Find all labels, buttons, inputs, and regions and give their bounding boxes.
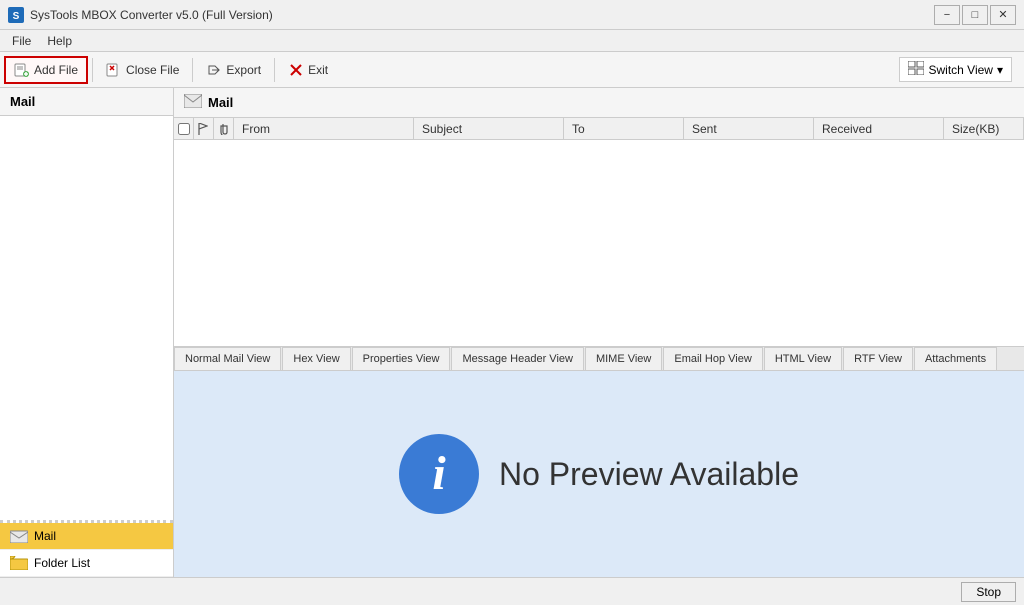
switch-view-chevron: ▾ xyxy=(997,63,1003,77)
right-content: Mail From Subject To Sent Received Size(… xyxy=(174,88,1024,577)
export-label: Export xyxy=(226,63,261,77)
main-content: Mail Mail Folder xyxy=(0,88,1024,577)
mail-folder-icon xyxy=(10,529,28,543)
add-file-icon xyxy=(14,62,30,78)
col-header-from[interactable]: From xyxy=(234,118,414,139)
app-title: SysTools MBOX Converter v5.0 (Full Versi… xyxy=(30,8,273,22)
close-button[interactable]: ✕ xyxy=(990,5,1016,25)
exit-icon xyxy=(288,62,304,78)
tab-attachments[interactable]: Attachments xyxy=(914,347,997,370)
col-header-subject[interactable]: Subject xyxy=(414,118,564,139)
toolbar-separator-1 xyxy=(92,58,93,82)
sidebar-bottom: Mail Folder List xyxy=(0,520,173,577)
tab-hex-view[interactable]: Hex View xyxy=(282,347,350,370)
col-header-attach xyxy=(214,118,234,139)
sidebar-header: Mail xyxy=(0,88,173,116)
menu-bar: File Help xyxy=(0,30,1024,52)
minimize-button[interactable]: − xyxy=(934,5,960,25)
add-file-button[interactable]: Add File xyxy=(4,56,88,84)
toolbar-separator-3 xyxy=(274,58,275,82)
sidebar-item-folder-list[interactable]: Folder List xyxy=(0,550,173,577)
tab-properties-view[interactable]: Properties View xyxy=(352,347,451,370)
col-header-sent[interactable]: Sent xyxy=(684,118,814,139)
tab-mime-view[interactable]: MIME View xyxy=(585,347,662,370)
close-file-button[interactable]: Close File xyxy=(97,56,188,84)
close-file-icon xyxy=(106,62,122,78)
folder-list-icon xyxy=(10,556,28,570)
preview-area: i No Preview Available xyxy=(174,371,1024,577)
mail-list-header: From Subject To Sent Received Size(KB) xyxy=(174,118,1024,140)
select-all-checkbox[interactable] xyxy=(178,123,190,135)
export-icon xyxy=(206,62,222,78)
toolbar-separator-2 xyxy=(192,58,193,82)
bottom-bar: Stop xyxy=(0,577,1024,605)
exit-button[interactable]: Exit xyxy=(279,56,337,84)
switch-view-label: Switch View xyxy=(928,63,992,77)
sidebar-mail-label: Mail xyxy=(34,529,56,543)
tab-rtf-view[interactable]: RTF View xyxy=(843,347,913,370)
menu-help[interactable]: Help xyxy=(39,32,80,50)
info-icon: i xyxy=(399,434,479,514)
menu-file[interactable]: File xyxy=(4,32,39,50)
app-icon: S xyxy=(8,7,24,23)
mail-panel-title: Mail xyxy=(208,95,233,110)
mail-panel-header: Mail xyxy=(174,88,1024,118)
toolbar: Add File Close File xyxy=(0,52,1024,88)
tab-normal-mail-view[interactable]: Normal Mail View xyxy=(174,347,281,370)
stop-button[interactable]: Stop xyxy=(961,582,1016,602)
title-bar-left: S SysTools MBOX Converter v5.0 (Full Ver… xyxy=(8,7,273,23)
sidebar-folder-list-label: Folder List xyxy=(34,556,90,570)
svg-text:S: S xyxy=(13,11,20,22)
col-header-check[interactable] xyxy=(174,118,194,139)
col-header-size[interactable]: Size(KB) xyxy=(944,118,1024,139)
no-preview-text: No Preview Available xyxy=(499,456,799,493)
sidebar-tree xyxy=(0,116,173,520)
col-header-flag xyxy=(194,118,214,139)
toolbar-left: Add File Close File xyxy=(4,56,337,84)
maximize-button[interactable]: □ xyxy=(962,5,988,25)
tab-bar: Normal Mail View Hex View Properties Vie… xyxy=(174,346,1024,371)
export-button[interactable]: Export xyxy=(197,56,270,84)
close-file-label: Close File xyxy=(126,63,179,77)
mail-panel-icon xyxy=(184,94,202,111)
col-header-received[interactable]: Received xyxy=(814,118,944,139)
mail-list-body xyxy=(174,140,1024,346)
tab-html-view[interactable]: HTML View xyxy=(764,347,842,370)
exit-label: Exit xyxy=(308,63,328,77)
switch-view-area[interactable]: Switch View ▾ xyxy=(899,57,1020,82)
switch-view-icon xyxy=(908,61,924,78)
title-bar: S SysTools MBOX Converter v5.0 (Full Ver… xyxy=(0,0,1024,30)
tab-message-header-view[interactable]: Message Header View xyxy=(451,347,583,370)
sidebar-item-mail[interactable]: Mail xyxy=(0,523,173,550)
sidebar: Mail Mail Folder xyxy=(0,88,174,577)
col-header-to[interactable]: To xyxy=(564,118,684,139)
sidebar-header-label: Mail xyxy=(10,94,35,109)
add-file-label: Add File xyxy=(34,63,78,77)
tab-email-hop-view[interactable]: Email Hop View xyxy=(663,347,762,370)
switch-view-button[interactable]: Switch View ▾ xyxy=(899,57,1012,82)
title-bar-controls: − □ ✕ xyxy=(934,5,1016,25)
